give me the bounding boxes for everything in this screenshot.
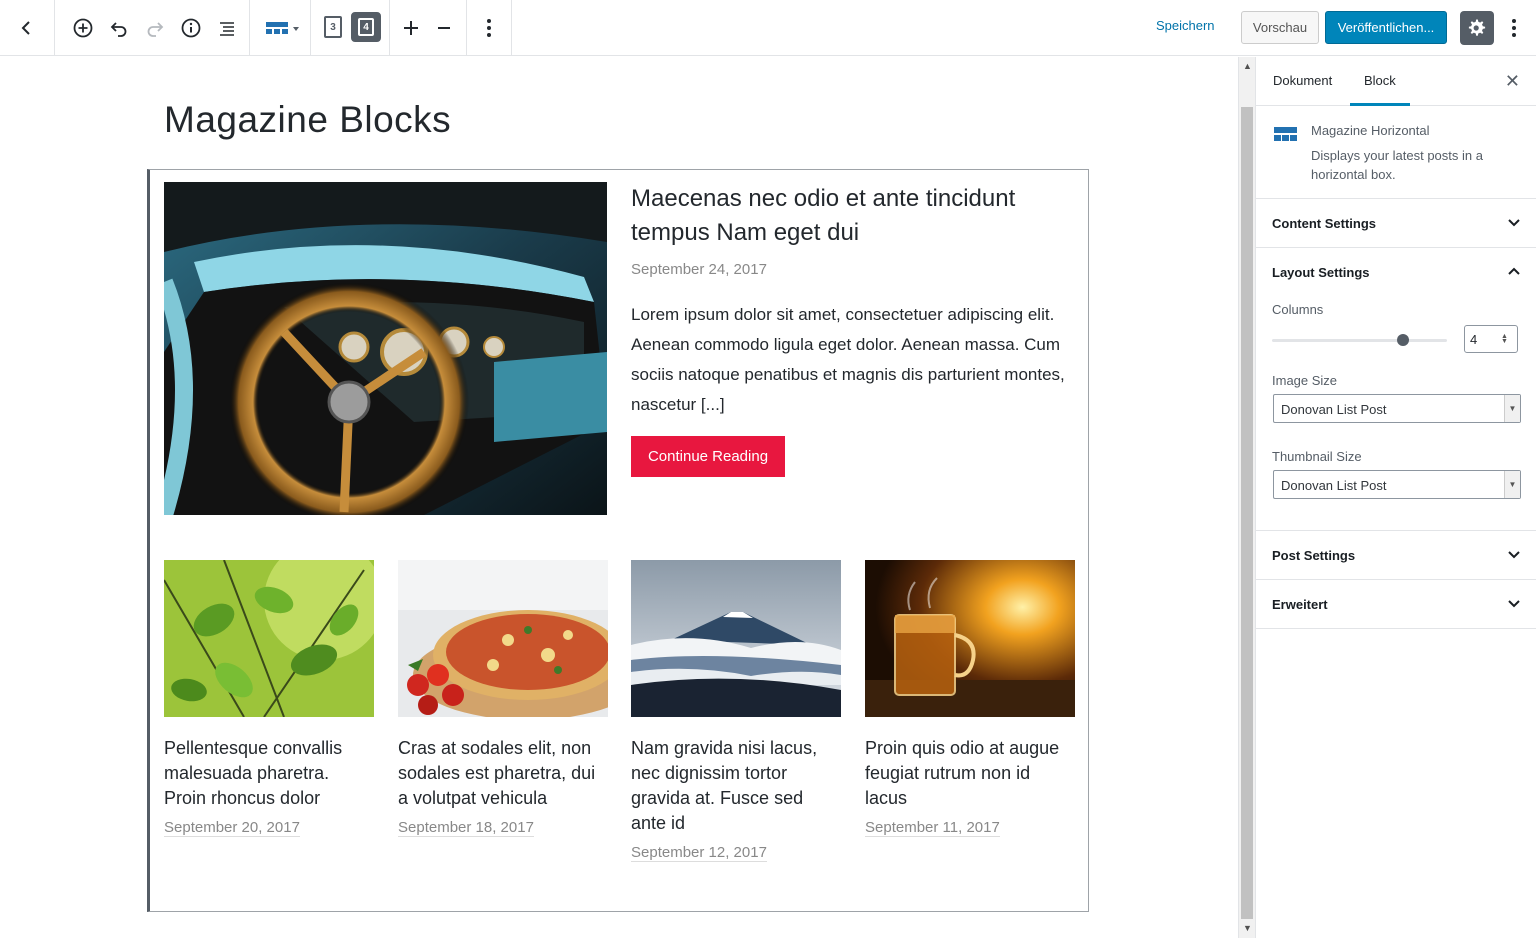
toolbar-divider	[310, 0, 311, 56]
redo-icon[interactable]	[139, 12, 171, 44]
add-block-icon[interactable]	[67, 12, 99, 44]
editor-canvas: Magazine Blocks Maecenas nec odio et ant…	[0, 57, 1238, 938]
chevron-down-icon	[1508, 600, 1520, 608]
minus-icon[interactable]	[428, 12, 460, 44]
post-thumbnail	[865, 560, 1075, 717]
chevron-up-icon	[1508, 267, 1520, 275]
info-icon[interactable]	[175, 12, 207, 44]
post-thumbnail	[398, 560, 608, 717]
plus-icon[interactable]	[395, 12, 427, 44]
post-title[interactable]: Nam gravida nisi lacus, nec dignissim to…	[631, 736, 841, 836]
post-date[interactable]: September 12, 2017	[631, 844, 767, 862]
image-size-select[interactable]: Donovan List Post ▼	[1273, 394, 1521, 423]
list-item: Pellentesque convallis malesuada pharetr…	[164, 560, 374, 837]
editor-toolbar: 3 4 Speichern Vorschau Veröffentlichen..…	[0, 0, 1536, 56]
panel-title: Content Settings	[1272, 215, 1376, 231]
save-draft-link[interactable]: Speichern	[1156, 18, 1215, 33]
columns-number-input[interactable]: 4 ▲ ▼	[1464, 325, 1518, 353]
continue-reading-button[interactable]: Continue Reading	[631, 436, 785, 477]
close-icon[interactable]: ✕	[1505, 71, 1520, 92]
columns-3-button[interactable]: 3	[324, 16, 342, 38]
settings-sidebar: Dokument Block ✕ Magazine Horizontal Dis…	[1255, 57, 1536, 938]
post-title[interactable]: Cras at sodales elit, non sodales est ph…	[398, 736, 608, 811]
list-item: Proin quis odio at augue feugiat rutrum …	[865, 560, 1075, 837]
tab-document[interactable]: Dokument	[1273, 73, 1332, 88]
layout-settings-toggle[interactable]: Layout Settings	[1256, 248, 1536, 296]
columns-slider-handle[interactable]	[1397, 334, 1410, 346]
toolbar-divider	[389, 0, 390, 56]
list-item: Cras at sodales elit, non sodales est ph…	[398, 560, 608, 837]
undo-icon[interactable]	[103, 12, 135, 44]
post-settings-panel: Post Settings	[1256, 531, 1536, 580]
columns-4-label: 4	[358, 18, 374, 36]
panel-title: Erweitert	[1272, 596, 1328, 612]
layout-settings-panel: Layout Settings Columns 4 ▲ ▼ Image Size …	[1256, 248, 1536, 531]
block-card: Magazine Horizontal Displays your latest…	[1256, 106, 1536, 199]
post-title[interactable]: Proin quis odio at augue feugiat rutrum …	[865, 736, 1075, 811]
content-settings-panel: Content Settings	[1256, 199, 1536, 248]
post-title[interactable]: Pellentesque convallis malesuada pharetr…	[164, 736, 374, 811]
page-title[interactable]: Magazine Blocks	[164, 99, 451, 141]
post-thumbnail	[631, 560, 841, 717]
scroll-down-icon[interactable]: ▼	[1243, 923, 1252, 933]
block-type-switcher[interactable]	[262, 12, 302, 44]
content-settings-toggle[interactable]: Content Settings	[1256, 199, 1536, 247]
toolbar-divider	[466, 0, 467, 56]
list-item: Nam gravida nisi lacus, nec dignissim to…	[631, 560, 841, 862]
thumbnail-size-value: Donovan List Post	[1281, 478, 1387, 493]
scrollbar-thumb[interactable]	[1241, 107, 1253, 919]
toolbar-divider	[249, 0, 250, 56]
hero-post-image	[164, 182, 607, 515]
columns-label: Columns	[1272, 302, 1324, 317]
columns-value: 4	[1470, 332, 1478, 347]
advanced-toggle[interactable]: Erweitert	[1256, 580, 1536, 628]
hero-post-title[interactable]: Maecenas nec odio et ante tincidunt temp…	[631, 182, 1071, 250]
preview-button[interactable]: Vorschau	[1241, 11, 1319, 44]
chevron-down-icon	[1508, 551, 1520, 559]
hero-post-date[interactable]: September 24, 2017	[631, 261, 767, 278]
block-description: Displays your latest posts in a horizont…	[1311, 148, 1483, 182]
advanced-panel: Erweitert	[1256, 580, 1536, 629]
spinner-icon[interactable]: ▲ ▼	[1501, 333, 1511, 345]
panel-title: Layout Settings	[1272, 264, 1370, 280]
post-date[interactable]: September 20, 2017	[164, 819, 300, 837]
block-name: Magazine Horizontal	[1311, 123, 1430, 138]
editor-scrollbar[interactable]: ▲ ▼	[1238, 57, 1255, 938]
publish-button[interactable]: Veröffentlichen...	[1325, 11, 1447, 44]
outline-icon[interactable]	[211, 12, 243, 44]
chevron-down-icon: ▼	[1504, 395, 1520, 422]
toolbar-divider	[511, 0, 512, 56]
more-options-icon[interactable]	[473, 12, 505, 44]
thumbnail-size-select[interactable]: Donovan List Post ▼	[1273, 470, 1521, 499]
post-date[interactable]: September 11, 2017	[865, 819, 1000, 837]
sidebar-tabs: Dokument Block ✕	[1256, 57, 1536, 106]
magazine-horizontal-icon	[1274, 127, 1297, 141]
image-size-label: Image Size	[1272, 373, 1338, 388]
more-menu-icon[interactable]	[1500, 12, 1528, 44]
chevron-down-icon: ▼	[1504, 471, 1520, 498]
scroll-up-icon[interactable]: ▲	[1243, 61, 1252, 71]
hero-post-excerpt: Lorem ipsum dolor sit amet, consectetuer…	[631, 305, 1065, 414]
post-thumbnail	[164, 560, 374, 717]
chevron-down-icon	[1508, 219, 1520, 227]
tab-block[interactable]: Block	[1350, 73, 1410, 106]
columns-4-button[interactable]: 4	[351, 12, 381, 42]
post-settings-toggle[interactable]: Post Settings	[1256, 531, 1536, 579]
image-size-value: Donovan List Post	[1281, 402, 1387, 417]
post-date[interactable]: September 18, 2017	[398, 819, 534, 837]
settings-gear-icon[interactable]	[1460, 11, 1494, 45]
toolbar-divider	[54, 0, 55, 56]
columns-slider-track[interactable]	[1272, 339, 1447, 342]
thumbnail-size-label: Thumbnail Size	[1272, 449, 1362, 464]
columns-range-control: 4 ▲ ▼	[1256, 317, 1536, 357]
back-icon[interactable]	[10, 12, 42, 44]
panel-title: Post Settings	[1272, 547, 1356, 563]
